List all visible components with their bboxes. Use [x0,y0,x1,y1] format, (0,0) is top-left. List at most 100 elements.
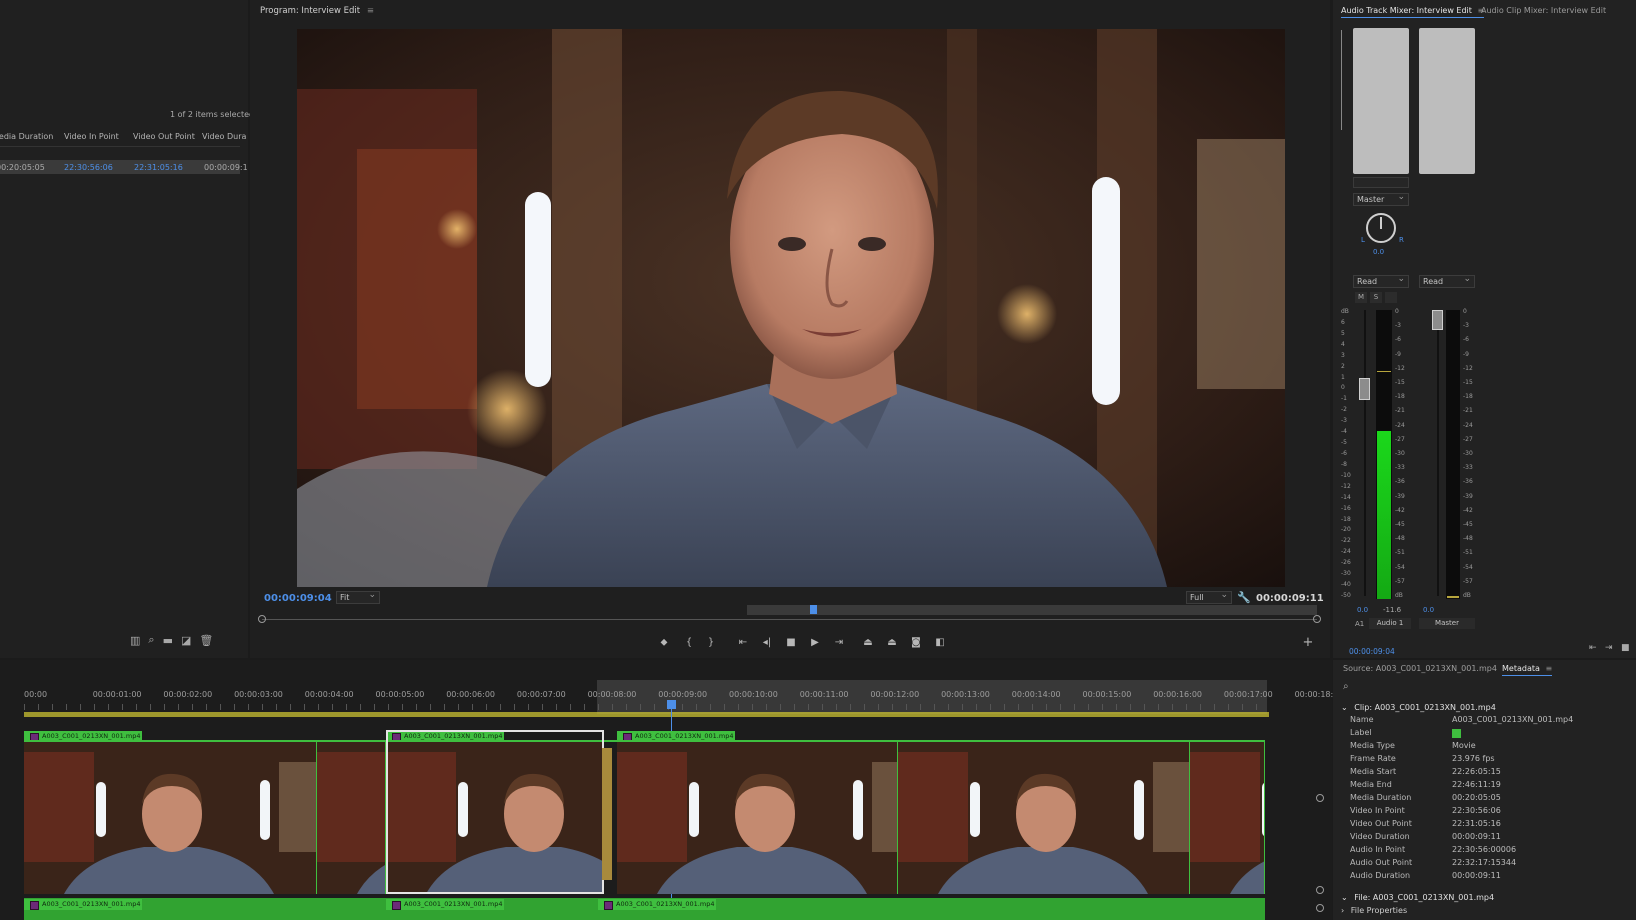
audio-clip-label-1[interactable]: A003_C001_0213XN_001.mp4 [A] [24,899,142,910]
wrench-settings-icon[interactable]: 🔧 [1237,591,1251,604]
mixer-go-to-out-icon[interactable]: ⇥ [1605,643,1613,653]
new-bin-icon[interactable]: ▥ [130,633,140,647]
solo-button[interactable]: S [1370,292,1382,303]
file-section-header[interactable]: ⌄ File: A003_C001_0213XN_001.mp4 [1341,893,1494,902]
track-name-audio1[interactable]: Audio 1 [1369,618,1411,629]
folder-icon[interactable]: ▬ [163,633,173,647]
work-area-bar[interactable] [24,712,1269,717]
extract-button[interactable]: ⏏ [884,635,900,649]
mark-in-button[interactable]: { [681,635,697,649]
metadata-row[interactable]: Video Out Point 22:31:05:16 [1350,819,1636,832]
col-video-out-point[interactable]: Video Out Point [133,132,195,141]
track-name-master[interactable]: Master [1419,618,1475,629]
clip-section-header[interactable]: ⌄ Clip: A003_C001_0213XN_001.mp4 [1341,703,1496,712]
trash-icon[interactable]: 🗑 [199,633,213,647]
program-scrub-area[interactable] [258,605,1321,623]
scrub-start-handle[interactable] [258,615,266,623]
volume-value-master[interactable]: 0.0 [1423,606,1434,614]
selected-clip-outline[interactable] [386,730,604,894]
send-dropdown[interactable] [1353,177,1409,188]
output-routing-dropdown[interactable]: Master [1353,192,1409,206]
col-video-in-point[interactable]: Video In Point [64,132,119,141]
audio-clip-label-3[interactable]: A003_C001_0213XN_001.mp4 [A] [598,899,716,910]
lift-button[interactable]: ⏏ [860,635,876,649]
new-item-icon[interactable]: ◪ [181,633,191,647]
step-back-button[interactable]: ◂| [759,635,775,649]
label-color-swatch[interactable] [1452,729,1461,738]
add-marker-button[interactable]: ⬥ [656,635,672,649]
metadata-row[interactable]: Label [1350,728,1636,741]
metadata-row[interactable]: Name A003_C001_0213XN_001.mp4 [1350,715,1636,728]
file-properties-row[interactable]: › File Properties [1341,906,1407,915]
pan-value[interactable]: 0.0 [1373,248,1384,256]
effects-rack-audio1[interactable] [1353,28,1409,174]
scale-tick-label: -12 [1341,482,1351,490]
program-playhead[interactable] [810,605,817,614]
metadata-row[interactable]: Audio Duration 00:00:09:11 [1350,871,1636,884]
automation-mode-audio1[interactable]: Read [1353,274,1409,288]
collapse-chevron-icon[interactable]: ⌄ [1341,893,1348,902]
pan-knob[interactable] [1366,213,1396,243]
metadata-value[interactable]: 22:30:56:00006 [1452,845,1516,854]
find-icon[interactable]: ⌕ [148,633,154,647]
scale-tick-label: -24 [1395,421,1405,429]
program-current-timecode[interactable]: 00:00:09:04 [264,593,332,604]
scale-tick-label: -33 [1463,464,1473,472]
col-video-duration[interactable]: Video Dura [202,132,246,141]
volume-value-audio1[interactable]: 0.0 [1357,606,1368,614]
play-button[interactable]: ▶ [807,635,823,649]
automation-mode-master[interactable]: Read [1419,274,1475,288]
metadata-value[interactable]: 22:30:56:06 [1452,806,1501,815]
panel-menu-icon[interactable]: ≡ [1545,664,1552,673]
program-video-frame[interactable] [297,29,1285,587]
tab-metadata[interactable]: Metadata ≡ [1502,664,1553,676]
source-tab[interactable]: Source: A003_C001_0213XN_001.mp4 [1343,664,1497,673]
audio-clip-label-2[interactable]: A003_C001_0213XN_001.mp4 [A] [386,899,504,910]
record-enable-button[interactable] [1385,292,1397,303]
button-editor-plus[interactable]: + [1300,635,1316,650]
metadata-row[interactable]: Video In Point 22:30:56:06 [1350,806,1636,819]
collapse-chevron-icon[interactable]: ⌄ [1341,703,1348,712]
metadata-search-icon[interactable]: ⌕ [1343,681,1349,692]
mute-button[interactable]: M [1355,292,1367,303]
metadata-row[interactable]: Media Start 22:26:05:15 [1350,767,1636,780]
metadata-row[interactable]: Frame Rate 23.976 fps [1350,754,1636,767]
stop-button[interactable]: ■ [783,635,799,649]
metadata-row[interactable]: Audio Out Point 22:32:17:15344 [1350,858,1636,871]
expand-chevron-icon[interactable]: › [1341,906,1344,915]
mark-out-button[interactable]: } [703,635,719,649]
metadata-row[interactable]: Media Type Movie [1350,741,1636,754]
program-title[interactable]: Program: Interview Edit ≡ [260,6,374,16]
timeline-vertical-scroll-handle[interactable] [1316,794,1324,802]
go-to-in-button[interactable]: ⇤ [735,635,751,649]
trim-handle[interactable] [602,748,612,880]
metadata-value[interactable]: 22:31:05:16 [1452,819,1501,828]
mixer-stop-icon[interactable]: ■ [1621,643,1630,653]
tab-audio-track-mixer[interactable]: Audio Track Mixer: Interview Edit ≡ [1341,6,1485,18]
zoom-fit-dropdown[interactable]: Fit [336,590,380,604]
volume-fader-audio1[interactable] [1359,378,1370,400]
metadata-value[interactable]: 22:32:17:15344 [1452,858,1516,867]
scrub-end-handle[interactable] [1313,615,1321,623]
volume-fader-master[interactable] [1432,310,1443,330]
metadata-row[interactable]: Video Duration 00:00:09:11 [1350,832,1636,845]
metadata-row[interactable]: Media End 22:46:11:19 [1350,780,1636,793]
go-to-out-button[interactable]: ⇥ [831,635,847,649]
resolution-dropdown[interactable]: Full [1186,590,1232,604]
export-frame-camera-icon[interactable]: ◙ [908,635,924,649]
ruler-timecode-label: 00:00:03:00 [234,690,283,699]
column-divider [0,146,240,147]
metadata-row[interactable]: Audio In Point 22:30:56:00006 [1350,845,1636,858]
scale-tick-label: -24 [1341,548,1351,556]
timeline-vertical-scroll-handle-3[interactable] [1316,904,1324,912]
col-media-duration[interactable]: Media Duration [0,132,53,141]
metadata-key: Audio In Point [1350,845,1406,854]
panel-menu-icon[interactable]: ≡ [367,6,374,16]
mixer-go-to-in-icon[interactable]: ⇤ [1589,643,1597,653]
comparison-view-button[interactable]: ◧ [932,635,948,649]
metadata-row[interactable]: Media Duration 00:20:05:05 [1350,793,1636,806]
timeline-vertical-scroll-handle-2[interactable] [1316,886,1324,894]
effects-rack-master[interactable] [1419,28,1475,174]
project-row[interactable]: 00:20:05:05 22:30:56:06 22:31:05:16 00:0… [0,160,248,174]
tab-audio-clip-mixer[interactable]: Audio Clip Mixer: Interview Edit [1481,6,1606,15]
